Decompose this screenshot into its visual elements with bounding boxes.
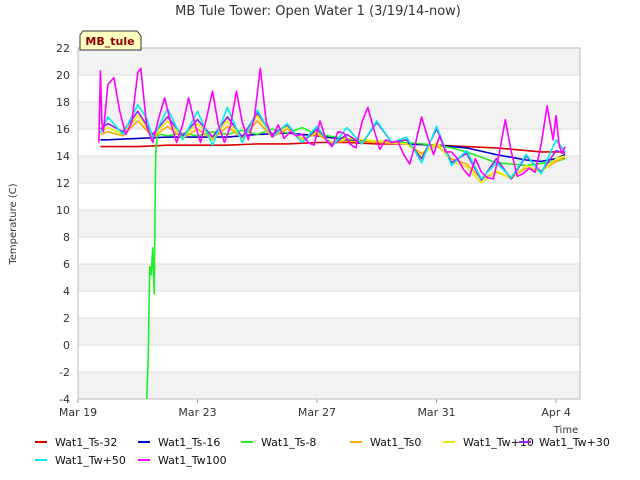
legend: Wat1_Ts-32 Wat1_Ts-16 Wat1_Ts-8 Wat1_Ts0 Wat…	[35, 436, 610, 467]
y-tick-label: 14	[56, 150, 70, 163]
site-badge: MB_tule	[79, 30, 142, 51]
legend-label: Wat1_Ts0	[370, 436, 421, 449]
legend-label: Wat1_Tw100	[158, 454, 227, 467]
legend-label: Wat1_Ts-16	[158, 436, 220, 449]
y-tick-label: 18	[56, 96, 70, 109]
chart: MB Tule Tower: Open Water 1 (3/19/14-now…	[8, 4, 610, 467]
y-tick-label: 4	[63, 285, 70, 298]
y-tick-label: -2	[59, 366, 70, 379]
y-tick-label: 2	[63, 312, 70, 325]
legend-label: Wat1_Tw+50	[55, 454, 126, 467]
plot-band	[78, 345, 580, 372]
y-tick-label: 22	[56, 42, 70, 55]
x-tick-labels: Mar 19 Mar 23 Mar 27 Mar 31 Apr 4	[59, 406, 571, 419]
y-tick-label: 12	[56, 177, 70, 190]
plot-band	[78, 291, 580, 318]
y-tick-label: 0	[63, 339, 70, 352]
plot-band	[78, 372, 580, 399]
y-tick-label: 16	[56, 123, 70, 136]
y-axis-label: Temperature (C)	[8, 183, 19, 265]
y-tick-label: 8	[63, 231, 70, 244]
y-tick-label: 10	[56, 204, 70, 217]
badge-label: MB_tule	[85, 35, 134, 48]
x-tick-label: Mar 23	[178, 406, 216, 419]
chart-title: MB Tule Tower: Open Water 1 (3/19/14-now…	[175, 4, 461, 19]
plot-band	[78, 318, 580, 345]
x-tick-label: Mar 27	[298, 406, 336, 419]
y-tick-labels: -4 -2 0 2 4 6 8 10 12 14 16 18 20 22	[56, 42, 70, 406]
x-tick-label: Mar 31	[417, 406, 455, 419]
legend-label: Wat1_Ts-8	[261, 436, 316, 449]
legend-label: Wat1_Ts-32	[55, 436, 117, 449]
y-tick-label: 20	[56, 69, 70, 82]
x-tick-label: Apr 4	[541, 406, 571, 419]
y-tick-label: 6	[63, 258, 70, 271]
plot-band	[78, 75, 580, 102]
x-tick-label: Mar 19	[59, 406, 97, 419]
plot-band	[78, 210, 580, 237]
legend-label: Wat1_Tw+30	[539, 436, 610, 449]
plot-band	[78, 48, 580, 75]
y-tick-label: -4	[59, 393, 70, 406]
x-axis-label: Time	[553, 425, 578, 436]
plot-band	[78, 183, 580, 210]
plot-bands	[78, 48, 580, 399]
